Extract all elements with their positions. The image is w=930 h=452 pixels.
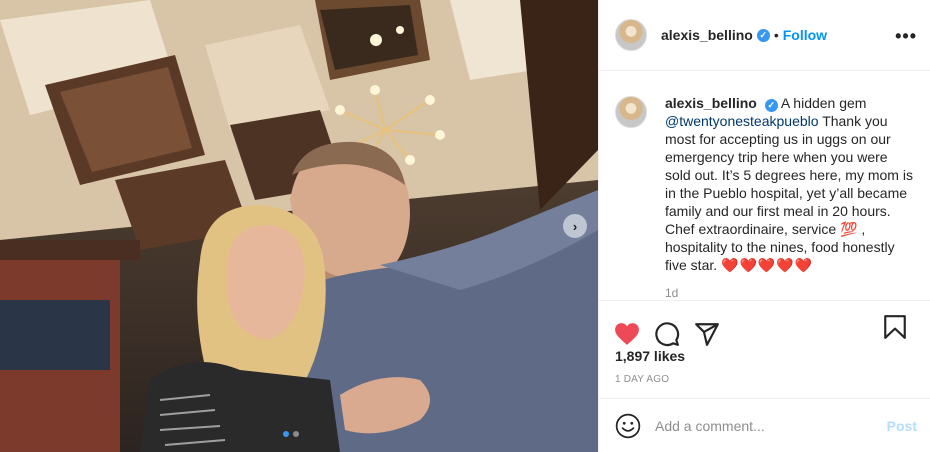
- header-username[interactable]: alexis_bellino: [661, 27, 753, 43]
- separator-dot: •: [773, 27, 779, 43]
- emoji-icon[interactable]: [615, 413, 641, 439]
- action-bar: [599, 300, 930, 354]
- chevron-right-icon: ›: [572, 218, 578, 234]
- caption-time[interactable]: 1d: [665, 284, 915, 300]
- carousel-dot: [293, 431, 299, 437]
- post-comment-button[interactable]: Post: [887, 418, 917, 434]
- post-photo[interactable]: ›: [0, 0, 598, 452]
- bookmark-button[interactable]: [881, 313, 909, 341]
- carousel-dot: [283, 431, 289, 437]
- caption-mention-link[interactable]: @twentyonesteakpueblo: [665, 113, 819, 129]
- comment-input[interactable]: [655, 417, 875, 434]
- post-date[interactable]: 1 DAY AGO: [615, 374, 669, 385]
- avatar[interactable]: [615, 19, 647, 51]
- caption: alexis_bellino ✓ A hidden gem @twentyone…: [665, 94, 915, 300]
- post-header: alexis_bellino ✓ • Follow •••: [599, 0, 930, 71]
- avatar[interactable]: [615, 96, 647, 128]
- photo-illustration: [0, 0, 598, 452]
- bookmark-icon: [884, 315, 906, 339]
- carousel-dots: [283, 431, 299, 437]
- verified-icon: ✓: [756, 28, 770, 42]
- carousel-next-button[interactable]: ›: [563, 214, 587, 238]
- likes-count[interactable]: 1,897 likes: [615, 348, 685, 364]
- verified-icon: ✓: [764, 98, 778, 112]
- caption-text-intro: A hidden gem: [780, 95, 867, 111]
- comment-bar: Post: [599, 398, 930, 452]
- caption-username[interactable]: alexis_bellino: [665, 95, 757, 111]
- post-side-panel: alexis_bellino ✓ • Follow ••• alexis_bel…: [598, 0, 930, 452]
- caption-text-body: Thank you most for accepting us in uggs …: [665, 113, 913, 273]
- comment-button[interactable]: [653, 320, 681, 348]
- share-icon: [695, 322, 719, 346]
- caption-hearts: ❤️❤️❤️❤️❤️: [721, 257, 814, 273]
- comment-icon: [655, 321, 680, 346]
- heart-icon: [615, 322, 639, 345]
- like-button[interactable]: [613, 320, 641, 348]
- caption-area: alexis_bellino ✓ A hidden gem @twentyone…: [599, 72, 930, 300]
- more-icon[interactable]: •••: [895, 26, 917, 47]
- share-button[interactable]: [693, 320, 721, 348]
- follow-button[interactable]: Follow: [783, 27, 827, 43]
